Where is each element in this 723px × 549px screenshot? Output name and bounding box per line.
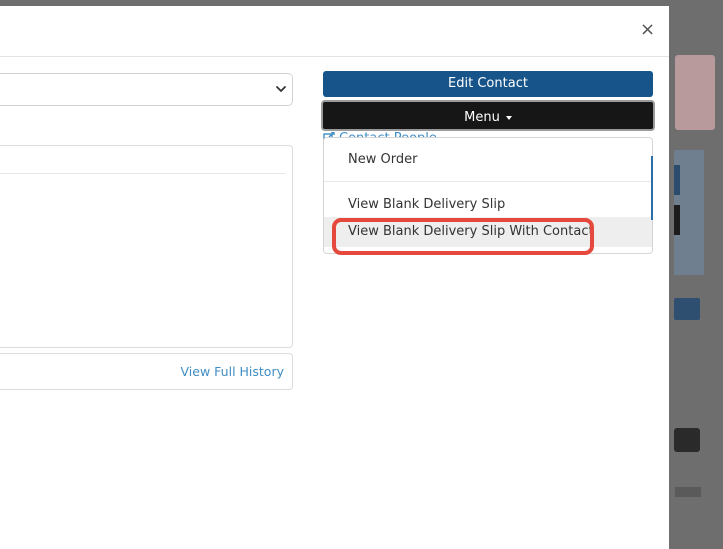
close-icon[interactable]: × [640, 20, 655, 40]
background-panel-hint [674, 205, 680, 235]
menu-divider [324, 181, 652, 182]
highlight-ring [332, 218, 594, 255]
background-text-hint [675, 487, 701, 497]
panel-header-divider [0, 173, 285, 174]
history-panel [0, 145, 293, 348]
background-panel-hint [675, 55, 715, 130]
modal-header-divider [0, 56, 669, 57]
panel-accent-edge [651, 156, 653, 220]
menu-button[interactable]: Menu [321, 100, 655, 131]
chevron-down-icon [276, 86, 286, 92]
view-full-history-link[interactable]: View Full History [181, 364, 284, 379]
contact-select[interactable] [0, 73, 293, 106]
background-button-hint [674, 298, 700, 320]
background-button-hint [674, 428, 700, 452]
background-panel-hint [674, 165, 680, 195]
history-footer: View Full History [0, 353, 293, 390]
edit-contact-button[interactable]: Edit Contact [323, 71, 653, 97]
menu-button-label: Menu [464, 110, 500, 125]
caret-down-icon [505, 115, 512, 120]
menu-item-new-order[interactable]: New Order [324, 152, 652, 167]
menu-item-view-blank-delivery-slip[interactable]: View Blank Delivery Slip [324, 197, 652, 212]
